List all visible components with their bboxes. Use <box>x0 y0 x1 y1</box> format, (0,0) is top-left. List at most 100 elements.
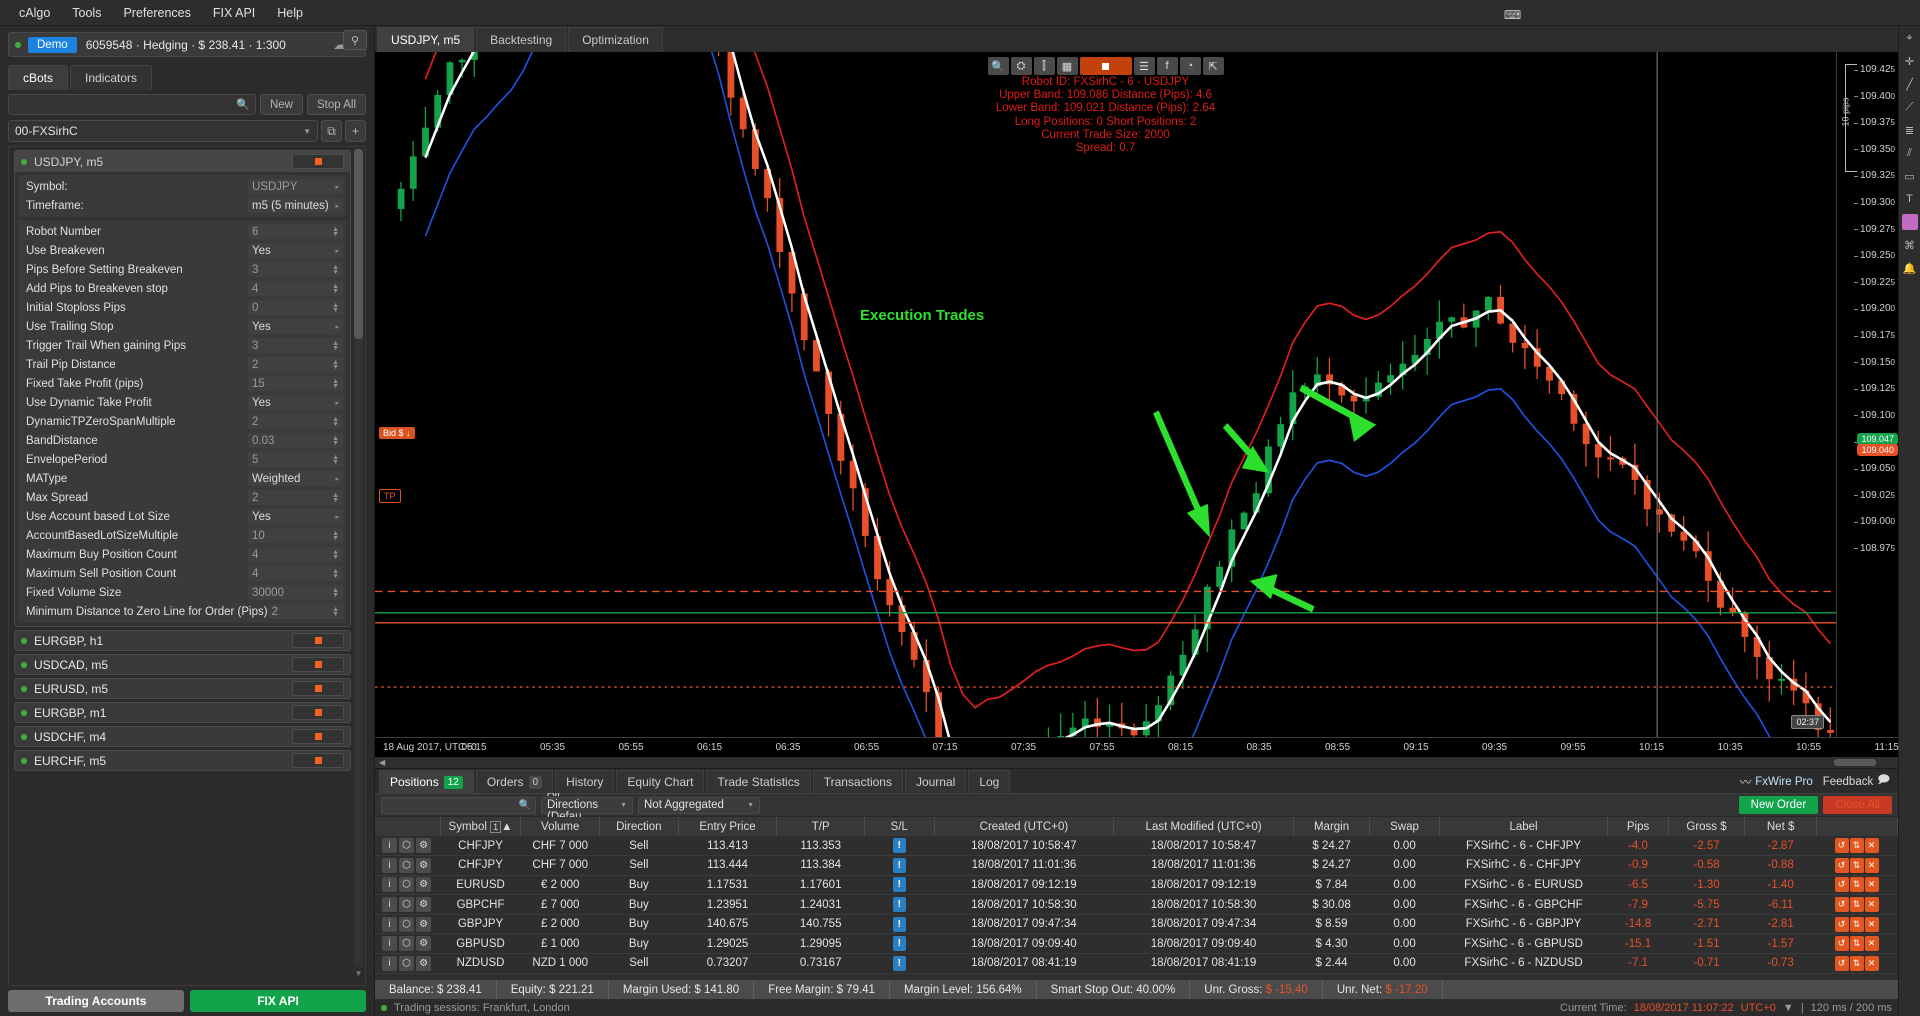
row-actions[interactable]: i ⬡ ⚙ <box>375 836 441 857</box>
share-icon[interactable]: ⇱ <box>1202 57 1224 75</box>
gear-icon[interactable]: ⚙ <box>416 955 432 971</box>
tab-cbots[interactable]: cBots <box>8 65 69 90</box>
table-row[interactable]: i ⬡ ⚙ CHFJPY CHF 7 000 Sell 113.444 113.384! 18/… <box>375 855 1898 876</box>
info-icon[interactable]: i <box>382 936 398 952</box>
param-value-field[interactable]: Yes ▸ <box>248 243 343 258</box>
timeframe-field[interactable]: m5 (5 minutes) ▸ <box>248 198 343 213</box>
row-actions[interactable]: i ⬡ ⚙ <box>375 933 441 955</box>
stepper-icon[interactable]: ▲ ▼ <box>332 226 339 238</box>
column-header[interactable]: Swap <box>1369 817 1440 836</box>
tp-line-tag[interactable]: TP <box>379 489 401 503</box>
cbot-instance-header[interactable]: USDJPY, m5 <box>15 151 350 172</box>
cbot-instance-item[interactable]: EURUSD, m5 <box>14 678 351 699</box>
sidebar-scrollbar-thumb[interactable] <box>354 149 363 339</box>
stop-loss-badge[interactable]: ! <box>892 916 906 932</box>
cbot-instance-item[interactable]: USDCAD, m5 <box>14 654 351 675</box>
tab-indicators[interactable]: Indicators <box>70 65 153 90</box>
reverse-icon[interactable]: ↺ <box>1834 857 1849 873</box>
shield-icon[interactable]: ⬡ <box>399 897 415 913</box>
stepper-icon[interactable]: ▲ ▼ <box>332 283 339 295</box>
account-bar[interactable]: Demo 6059548 · Hedging · $ 238.41 · 1:30… <box>8 32 366 57</box>
table-row[interactable]: i ⬡ ⚙ GBPCHF £ 7 000 Buy 1.23951 1.24031! 18/08/… <box>375 894 1898 915</box>
candle-icon[interactable]: ⫿ <box>1033 57 1055 75</box>
stop-cbot-button[interactable] <box>292 729 344 744</box>
stepper-icon[interactable]: ▲ ▼ <box>332 568 339 580</box>
cell-stop-loss[interactable]: ! <box>864 894 935 915</box>
column-header[interactable]: Volume <box>520 817 601 836</box>
stop-loss-badge[interactable]: ! <box>892 838 906 854</box>
info-icon[interactable]: i <box>382 877 398 893</box>
stepper-icon[interactable]: ▲ ▼ <box>332 264 339 276</box>
zoom-icon[interactable]: 🔍 <box>987 57 1009 75</box>
param-value-field[interactable]: 4 ▲ ▼ <box>248 281 343 296</box>
tab-chart-usdjpy[interactable]: USDJPY, m5 <box>377 27 475 52</box>
cbot-search-input[interactable]: 🔍 <box>8 94 256 115</box>
param-value-field[interactable]: 3 ▲ ▼ <box>248 338 343 353</box>
new-order-button[interactable]: New Order <box>1738 796 1819 814</box>
param-value-field[interactable]: Weighted ▸ <box>248 471 343 486</box>
stop-loss-badge[interactable]: ! <box>892 955 906 971</box>
reverse-icon[interactable]: ↺ <box>1834 936 1849 952</box>
positions-table-wrapper[interactable]: Symbol 1 ▲ Volume Direction Entry Price T/P S/… <box>375 817 1898 980</box>
chart-canvas[interactable]: 🔍 ⛭ ⫿ ▦ ☰ f ◔ ⇱ Robot ID: FXSirhC - 6 - … <box>375 52 1836 737</box>
stop-cbot-button[interactable] <box>292 633 344 648</box>
info-icon[interactable]: i <box>382 916 398 932</box>
facebook-icon[interactable]: f <box>1156 57 1178 75</box>
sidebar-scrollbar[interactable] <box>354 149 363 967</box>
positions-search-input[interactable]: 🔍 <box>381 796 536 814</box>
aggregation-filter-select[interactable]: Not Aggregated ▼ <box>638 796 760 814</box>
cbot-instance-item[interactable]: USDCHF, m4 <box>14 726 351 747</box>
column-header[interactable]: Margin <box>1293 817 1371 836</box>
shield-icon[interactable]: ⬡ <box>399 955 415 971</box>
stop-loss-badge[interactable]: ! <box>892 857 906 873</box>
color-swatch-icon[interactable] <box>1901 214 1918 230</box>
param-value-field[interactable]: Yes ▸ <box>248 319 343 334</box>
gear-icon[interactable]: ⚙ <box>416 877 432 893</box>
magnet-icon[interactable]: ⌘ <box>1902 237 1918 253</box>
stop-cbot-button[interactable] <box>292 705 344 720</box>
gear-icon[interactable]: ⚙ <box>416 936 432 952</box>
gear-icon[interactable]: ⚙ <box>416 838 432 854</box>
param-value-field[interactable]: 6 ▲ ▼ <box>248 224 343 239</box>
close-all-button[interactable]: Close All <box>1823 796 1892 814</box>
cell-stop-loss[interactable]: ! <box>864 953 935 974</box>
row-actions[interactable]: i ⬡ ⚙ <box>375 855 441 876</box>
chart-settings-icon[interactable]: ⛭ <box>1010 57 1032 75</box>
row-trade-actions[interactable]: ↺ ⇅ ✕ <box>1816 914 1898 935</box>
stop-cbot-button[interactable] <box>292 657 344 672</box>
trendline-icon[interactable]: ╱ <box>1902 76 1918 92</box>
tab-journal[interactable]: Journal <box>904 770 967 793</box>
tab-backtesting[interactable]: Backtesting <box>476 27 567 52</box>
stepper-icon[interactable]: ▲ ▼ <box>332 454 339 466</box>
column-header[interactable]: Created (UTC+0) <box>934 817 1115 836</box>
table-row[interactable]: i ⬡ ⚙ EURUSD € 2 000 Buy 1.17531 1.17601! 18/08/… <box>375 875 1898 896</box>
reverse-icon[interactable]: ↺ <box>1834 955 1849 971</box>
tab-equity-chart[interactable]: Equity Chart <box>616 770 705 793</box>
param-value-field[interactable]: 2 ▲ ▼ <box>248 357 343 372</box>
info-icon[interactable]: i <box>382 838 398 854</box>
chart-horizontal-scrollbar[interactable]: ◀ <box>375 757 1898 768</box>
cbot-list[interactable]: ▼ USDJPY, m5 Symbol: USDJPY ▸ Timeframe:… <box>8 146 366 986</box>
column-header[interactable]: S/L <box>864 817 935 836</box>
param-value-field[interactable]: 2 ▲ ▼ <box>248 414 343 429</box>
menu-item-calgo[interactable]: cAlgo <box>8 0 61 26</box>
stepper-icon[interactable]: ▲ ▼ <box>332 359 339 371</box>
param-value-field[interactable]: 4 ▲ ▼ <box>248 547 343 562</box>
gear-icon[interactable]: ⚙ <box>416 897 432 913</box>
close-position-icon[interactable]: ✕ <box>1864 955 1879 971</box>
keyboard-icon[interactable]: ⌨ <box>1503 7 1522 24</box>
trading-accounts-button[interactable]: Trading Accounts <box>8 990 184 1012</box>
double-icon[interactable]: ⇅ <box>1849 916 1864 932</box>
cell-stop-loss[interactable]: ! <box>864 836 935 857</box>
reverse-icon[interactable]: ↺ <box>1834 877 1849 893</box>
grid-icon[interactable]: ▦ <box>1056 57 1078 75</box>
chevron-down-icon[interactable]: ▸ <box>335 399 339 407</box>
menu-item-help[interactable]: Help <box>266 0 314 26</box>
table-row[interactable]: i ⬡ ⚙ GBPUSD £ 1 000 Buy 1.29025 1.29095! 18/08/… <box>375 933 1898 955</box>
param-value-field[interactable]: 30000 ▲ ▼ <box>248 585 343 600</box>
timezone-label[interactable]: UTC+0 <box>1741 1002 1776 1014</box>
param-value-field[interactable]: 3 ▲ ▼ <box>248 262 343 277</box>
shield-icon[interactable]: ⬡ <box>399 857 415 873</box>
text-icon[interactable]: T <box>1902 191 1918 207</box>
tab-optimization[interactable]: Optimization <box>568 27 663 52</box>
